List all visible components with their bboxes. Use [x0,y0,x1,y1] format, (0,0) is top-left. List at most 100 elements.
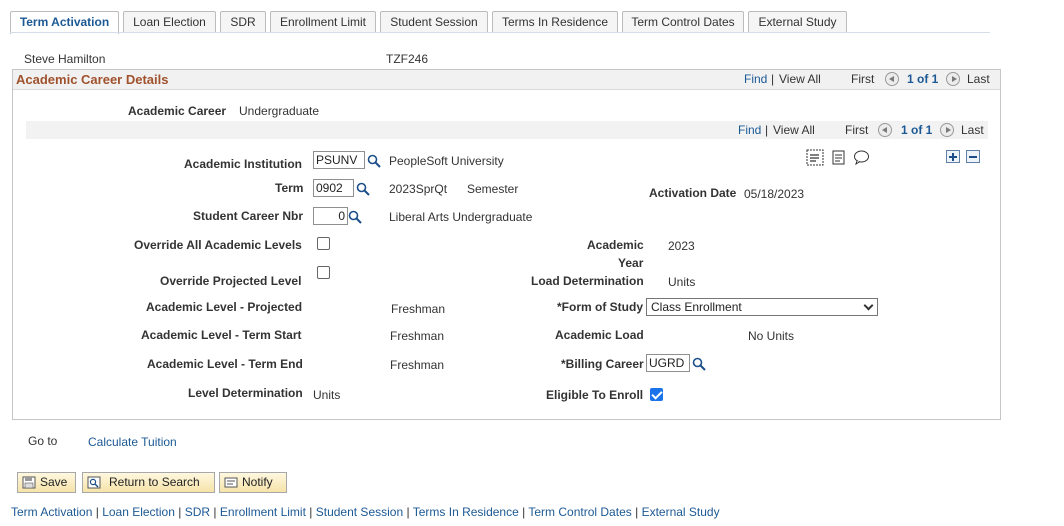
bottom-separator: | [178,505,182,519]
tab-term-activation[interactable]: Term Activation [10,11,119,34]
tab-external-study[interactable]: External Study [748,11,847,33]
level-projected-value: Freshman [391,302,446,316]
sub-nav-separator: | [765,123,769,137]
chevron-down-icon [863,300,874,311]
add-row-icon[interactable] [946,150,960,163]
academic-year-value: 2023 [668,239,695,253]
load-determination-value: Units [668,275,696,289]
notify-button[interactable]: Notify [219,472,287,493]
section-title: Academic Career Details [16,72,169,87]
level-projected-label: Academic Level - Projected [146,300,303,314]
search-icon[interactable] [356,182,370,196]
tab-student-session[interactable]: Student Session [380,11,488,33]
level-determination-label: Level Determination [188,386,303,400]
tab-enrollment-limit[interactable]: Enrollment Limit [270,11,376,33]
bottom-link-sdr[interactable]: SDR [185,505,210,519]
academic-institution-input[interactable]: PSUNV [313,151,365,169]
academic-institution-label: Academic Institution [184,157,303,171]
term-type: Semester [467,182,519,196]
override-projected-level-checkbox[interactable] [317,266,330,279]
bottom-page-links: Term Activation | Loan Election | SDR | … [11,505,720,519]
level-term-end-label: Academic Level - Term End [147,357,303,371]
view-all-link[interactable]: View All [779,72,821,86]
term-input[interactable]: 0902 [313,179,354,197]
student-career-nbr-label: Student Career Nbr [193,209,304,223]
save-button[interactable]: Save [17,472,76,493]
form-of-study-value: Class Enrollment [651,300,742,314]
academic-career-value: Undergraduate [239,104,320,118]
load-determination-label: Load Determination [531,274,644,288]
eligible-to-enroll-label: Eligible To Enroll [546,388,644,402]
calculate-tuition-link[interactable]: Calculate Tuition [88,435,177,449]
activation-date-value: 05/18/2023 [744,187,805,201]
eligible-to-enroll-checkbox[interactable] [650,388,663,401]
term-label: Term [275,181,304,195]
level-term-start-value: Freshman [390,329,445,343]
bottom-link-term-activation[interactable]: Term Activation [11,505,92,519]
notes-icon[interactable] [806,149,824,166]
sub-first-label: First [845,123,869,137]
save-button-label: Save [40,475,68,489]
form-of-study-select[interactable]: Class Enrollment [646,298,878,316]
tab-term-control-dates[interactable]: Term Control Dates [622,11,744,33]
save-icon [22,476,36,489]
sub-navigation-bar [26,121,988,139]
tab-loan-election[interactable]: Loan Election [123,11,216,33]
delete-row-icon[interactable] [966,150,980,163]
next-row-icon[interactable] [946,72,960,86]
student-name: Steve Hamilton [24,52,106,66]
academic-load-label: Academic Load [555,328,644,342]
activation-date-label: Activation Date [649,186,737,200]
row-count: 1 of 1 [907,72,939,86]
sub-last-label: Last [961,123,984,137]
level-term-end-value: Freshman [390,358,445,372]
document-icon[interactable] [831,150,846,165]
notify-button-label: Notify [242,475,273,489]
bottom-separator: | [213,505,217,519]
bottom-link-terms-in-residence[interactable]: Terms In Residence [413,505,519,519]
override-all-levels-checkbox[interactable] [317,237,330,250]
search-icon[interactable] [348,210,362,224]
billing-career-label: *Billing Career [561,357,644,371]
billing-career-input[interactable]: UGRD [646,354,690,372]
tab-terms-in-residence[interactable]: Terms In Residence [492,11,618,33]
return-to-search-button[interactable]: Return to Search [82,472,215,493]
academic-year-label-line1: Academic [587,238,644,252]
goto-label: Go to [28,434,58,448]
academic-institution-description: PeopleSoft University [389,154,504,168]
academic-load-value: No Units [748,329,795,343]
bottom-separator: | [95,505,99,519]
bottom-separator: | [635,505,639,519]
tab-divider [10,32,990,33]
search-icon[interactable] [367,154,381,168]
notify-icon [224,477,238,488]
sub-view-all-link[interactable]: View All [773,123,815,137]
tab-sdr[interactable]: SDR [220,11,266,33]
term-description: 2023SprQt [389,182,448,196]
form-of-study-label: *Form of Study [557,300,643,314]
student-career-description: Liberal Arts Undergraduate [389,210,533,224]
academic-career-label: Academic Career [128,104,227,118]
nav-separator: | [771,72,775,86]
level-determination-value: Units [313,388,341,402]
student-career-nbr-input[interactable]: 0 [313,207,348,225]
bottom-link-loan-election[interactable]: Loan Election [102,505,175,519]
sub-previous-row-icon[interactable] [878,123,892,137]
sub-find-link[interactable]: Find [738,123,761,137]
bottom-link-term-control-dates[interactable]: Term Control Dates [528,505,631,519]
comment-icon[interactable] [853,150,870,165]
bottom-separator: | [522,505,526,519]
bottom-link-student-session[interactable]: Student Session [316,505,403,519]
bottom-link-enrollment-limit[interactable]: Enrollment Limit [220,505,306,519]
bottom-link-external-study[interactable]: External Study [642,505,720,519]
find-link[interactable]: Find [744,72,767,86]
search-icon[interactable] [692,357,706,371]
previous-row-icon[interactable] [885,72,899,86]
student-id: TZF246 [386,52,429,66]
return-to-search-label: Return to Search [109,475,200,489]
return-search-icon [87,476,101,489]
override-all-levels-label: Override All Academic Levels [134,238,302,252]
bottom-separator: | [309,505,313,519]
override-projected-level-label: Override Projected Level [160,274,302,288]
sub-next-row-icon[interactable] [940,123,954,137]
